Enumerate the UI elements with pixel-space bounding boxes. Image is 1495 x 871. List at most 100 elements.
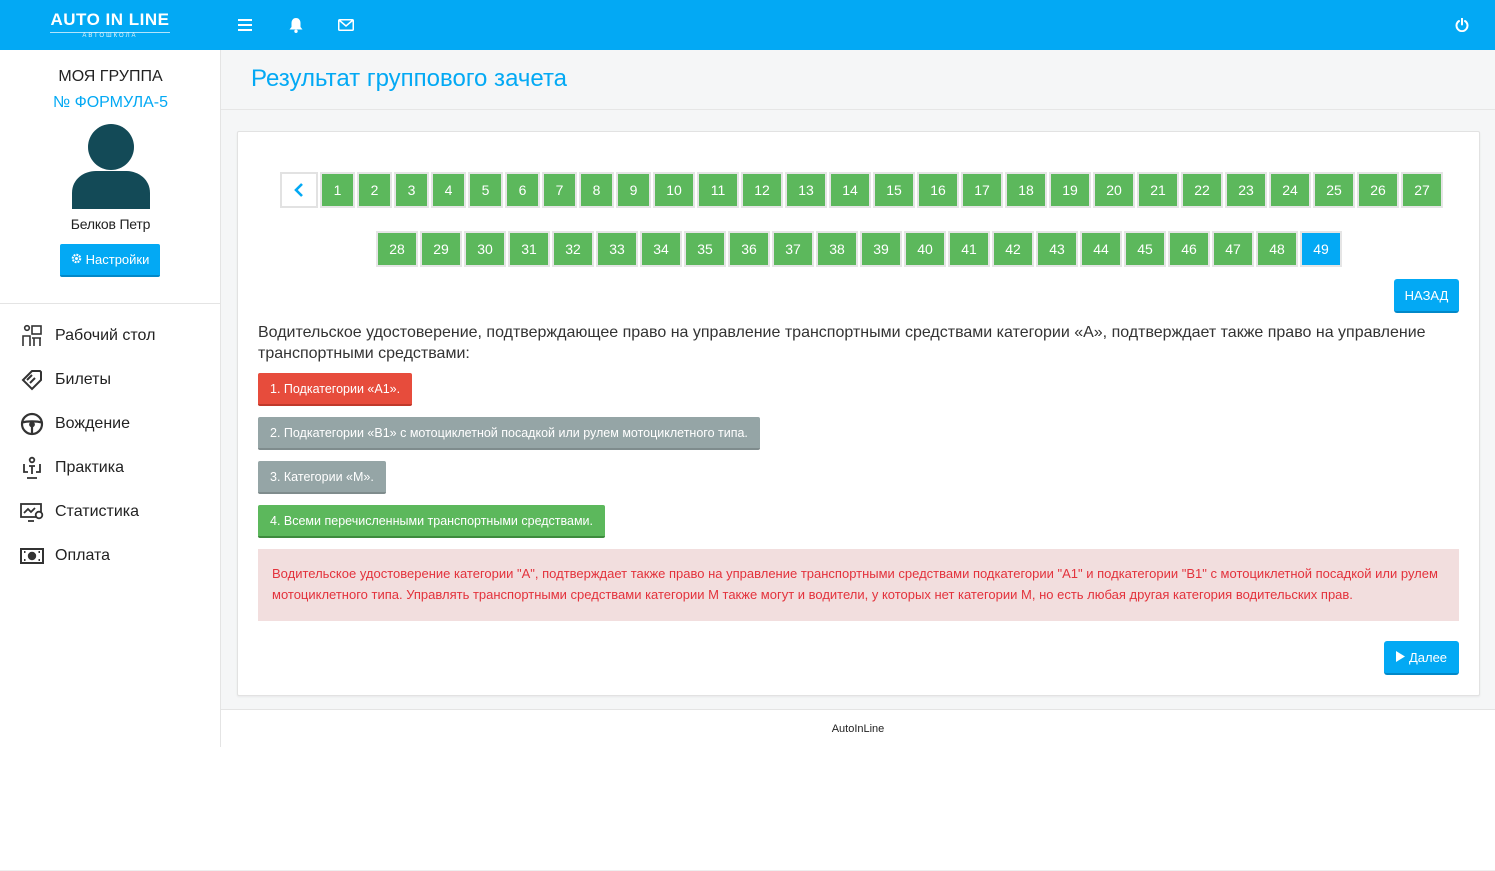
page-button-47[interactable]: 47 [1212,231,1254,267]
page-button-22[interactable]: 22 [1181,172,1223,208]
avatar [70,123,152,209]
page-button-14[interactable]: 14 [829,172,871,208]
menu-icon[interactable] [235,15,255,35]
desk-icon [20,324,44,348]
next-button[interactable]: Далее [1384,641,1459,675]
logo-subtitle: АВТОШКОЛА [82,33,138,39]
sidebar-item-payment[interactable]: Оплата [20,542,110,570]
chevron-left-icon [294,183,303,197]
gear-icon [71,252,82,267]
page-button-43[interactable]: 43 [1036,231,1078,267]
page-button-23[interactable]: 23 [1225,172,1267,208]
power-icon[interactable] [1452,15,1472,35]
page-button-4[interactable]: 4 [431,172,466,208]
sidebar-divider [0,303,221,304]
settings-button[interactable]: Настройки [60,244,160,277]
ticket-icon [20,368,44,392]
sidebar-item-desktop[interactable]: Рабочий стол [20,322,155,350]
page-button-24[interactable]: 24 [1269,172,1311,208]
next-label: Далее [1408,649,1448,665]
page-button-25[interactable]: 25 [1313,172,1355,208]
page-button-8[interactable]: 8 [579,172,614,208]
sidebar-item-label: Рабочий стол [55,327,156,344]
prev-page-button[interactable] [280,172,318,208]
logo-text: AUTO IN LINE [50,10,170,29]
page-button-3[interactable]: 3 [394,172,429,208]
page-button-46[interactable]: 46 [1168,231,1210,267]
page-button-21[interactable]: 21 [1137,172,1179,208]
logo[interactable]: AUTO IN LINE АВТОШКОЛА [50,10,170,40]
page-button-37[interactable]: 37 [772,231,814,267]
page-button-32[interactable]: 32 [552,231,594,267]
sidebar-item-label: Практика [55,459,124,476]
user-name: Белков Петр [70,216,151,232]
page-button-18[interactable]: 18 [1005,172,1047,208]
page-button-9[interactable]: 9 [616,172,651,208]
page-button-13[interactable]: 13 [785,172,827,208]
sidebar-item-tickets[interactable]: Билеты [20,366,111,394]
page-button-48[interactable]: 48 [1256,231,1298,267]
sidebar-item-label: Оплата [55,547,111,564]
group-title: МОЯ ГРУППА [58,68,163,85]
page-button-34[interactable]: 34 [640,231,682,267]
answer-option-2[interactable]: 2. Подкатегории «В1» с мотоциклетной пос… [258,417,760,450]
page-button-6[interactable]: 6 [505,172,540,208]
page-button-45[interactable]: 45 [1124,231,1166,267]
answer-option-3[interactable]: 3. Категории «М». [258,461,386,494]
answer-option-4[interactable]: 4. Всеми перечисленными транспортными ср… [258,505,606,538]
sidebar-item-label: Вождение [55,415,130,432]
page-button-39[interactable]: 39 [860,231,902,267]
question-text: Водительское удостоверение, подтверждающ… [258,324,1426,362]
page-title: Результат группового зачета [251,65,568,92]
page-button-29[interactable]: 29 [420,231,462,267]
page-button-44[interactable]: 44 [1080,231,1122,267]
page-header: Результат группового зачета [221,50,1495,110]
page-button-1[interactable]: 1 [320,172,355,208]
sidebar-item-label: Билеты [55,371,111,388]
money-icon [20,544,44,568]
page-button-16[interactable]: 16 [917,172,959,208]
page-button-15[interactable]: 15 [873,172,915,208]
page-button-40[interactable]: 40 [904,231,946,267]
page-button-5[interactable]: 5 [468,172,503,208]
play-icon [1395,650,1405,665]
page-button-35[interactable]: 35 [684,231,726,267]
settings-label: Настройки [85,252,150,267]
sidebar-item-practice[interactable]: Практика [20,454,124,482]
page-button-30[interactable]: 30 [464,231,506,267]
pagination-row-2: 28 29 30 31 32 33 34 35 36 37 38 39 40 41 42 43 44 45 46 47… [376,231,1342,267]
page-button-10[interactable]: 10 [653,172,695,208]
page-button-20[interactable]: 20 [1093,172,1135,208]
page-button-19[interactable]: 19 [1049,172,1091,208]
page-button-26[interactable]: 26 [1357,172,1399,208]
sidebar-item-label: Статистика [55,503,140,520]
page-button-2[interactable]: 2 [357,172,392,208]
page-button-12[interactable]: 12 [741,172,783,208]
back-button[interactable]: НАЗАД [1394,279,1459,313]
footer: AutoInLine [221,709,1495,747]
steering-wheel-icon [20,412,44,436]
page-button-49[interactable]: 49 [1300,231,1342,267]
page-button-42[interactable]: 42 [992,231,1034,267]
logo-divider [50,32,170,33]
page-button-27[interactable]: 27 [1401,172,1443,208]
page-button-17[interactable]: 17 [961,172,1003,208]
statistics-icon [20,500,44,524]
page-button-7[interactable]: 7 [542,172,577,208]
sidebar-item-statistics[interactable]: Статистика [20,498,139,526]
page-button-41[interactable]: 41 [948,231,990,267]
answer-option-1[interactable]: 1. Подкатегории «А1». [258,373,413,406]
page-button-11[interactable]: 11 [697,172,739,208]
page-button-33[interactable]: 33 [596,231,638,267]
page-button-28[interactable]: 28 [376,231,418,267]
practice-icon [20,456,44,480]
pagination-row-1: 1 2 3 4 5 6 7 8 9 10 11 12 13 14 15 16 17 18 19 20 21 22 23 24 2… [280,172,1443,208]
envelope-icon[interactable] [336,15,356,35]
bell-icon[interactable] [286,15,306,35]
page-button-31[interactable]: 31 [508,231,550,267]
sidebar-item-driving[interactable]: Вождение [20,410,130,438]
top-bar: AUTO IN LINE АВТОШКОЛА [0,0,1495,50]
group-name: № ФОРМУЛА-5 [52,94,169,111]
page-button-38[interactable]: 38 [816,231,858,267]
page-button-36[interactable]: 36 [728,231,770,267]
